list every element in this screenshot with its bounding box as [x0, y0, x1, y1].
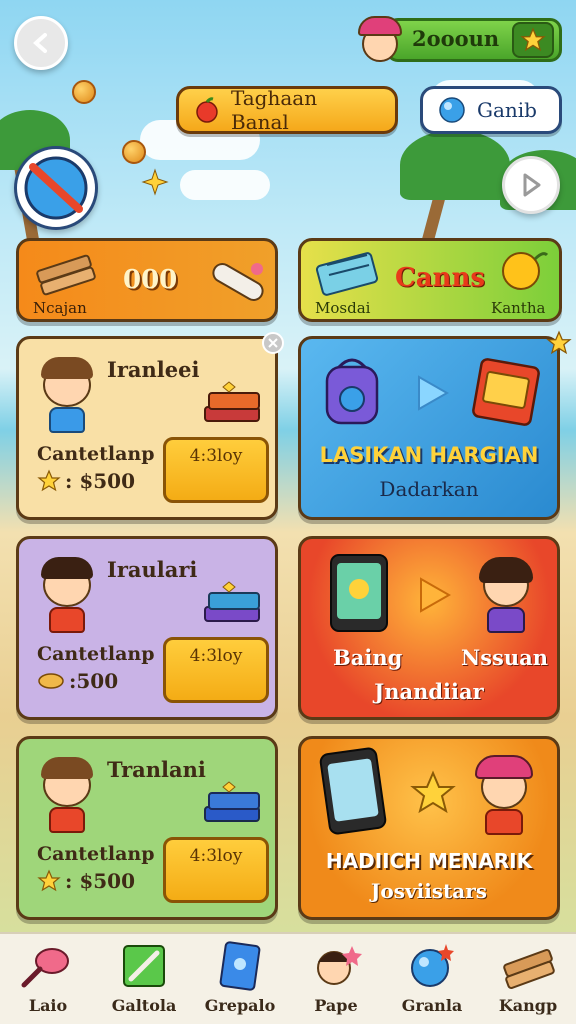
avatar-icon	[307, 940, 365, 992]
kid-avatar	[473, 553, 539, 633]
wood-value: 000	[123, 265, 178, 295]
gem-label: Ganib	[477, 98, 537, 122]
offer-price-text: : $500	[65, 469, 136, 493]
coin-icon	[122, 140, 146, 164]
currency-counter[interactable]: 2oooun	[356, 14, 562, 66]
wand-icon	[19, 940, 77, 992]
kid-avatar	[35, 553, 101, 633]
buy-button[interactable]: 4:3loy	[163, 637, 269, 703]
canns-title: Canns	[395, 263, 485, 293]
offer-name: Tranlani	[107, 757, 206, 782]
nav-item-kangp[interactable]: Kangp	[483, 940, 573, 1015]
cloud	[180, 170, 270, 200]
wood-icon	[36, 254, 96, 296]
promo-title-right: Nssuan	[461, 645, 548, 670]
gift-box-icon	[472, 358, 540, 426]
nav-label: Laio	[28, 996, 68, 1015]
promo-card[interactable]: Baing Nssuan Jnandiiar	[298, 536, 560, 720]
coin-icon	[72, 80, 96, 104]
promo-title: LASIKAN HARGIAN	[319, 443, 539, 467]
fruit-caption: Kantha	[491, 299, 546, 317]
promo-subtitle: Dadarkan	[379, 477, 479, 501]
bread-icon	[38, 673, 64, 689]
promo-subtitle: Josviistars	[370, 879, 488, 903]
bottom-nav: Laio Galtola Grepalo Pape Granla Kangp	[0, 932, 576, 1024]
wood-banner[interactable]: Ncajan 000	[16, 238, 278, 322]
wood-caption: Ncajan	[33, 299, 87, 317]
book-icon	[204, 781, 260, 822]
backpack-icon	[325, 358, 379, 425]
offer-price-text: :500	[69, 669, 119, 693]
nav-item-laio[interactable]: Laio	[3, 940, 93, 1015]
star-icon	[410, 770, 456, 814]
offer-price: :500	[37, 669, 118, 693]
play-outline-icon	[523, 173, 541, 197]
buy-button[interactable]: 4:3loy	[163, 837, 269, 903]
play-arrow-icon	[418, 375, 450, 411]
nav-item-pape[interactable]: Pape	[291, 940, 381, 1015]
promo-card[interactable]: HADIICH MENARIK Josviistars	[298, 736, 560, 920]
offer-card[interactable]: Iraulari Cantetlanp :500 4:3loy	[16, 536, 278, 720]
no-ads-icon	[24, 156, 88, 220]
offer-subtitle: Cantetlanp	[37, 443, 155, 465]
palm-leaves	[400, 130, 510, 200]
promo-title: HADIICH MENARIK	[325, 849, 533, 873]
offer-price: : $500	[37, 469, 135, 493]
gem-button[interactable]: Ganib	[420, 86, 562, 134]
fruit-icon	[502, 252, 549, 290]
crate-caption: Mosdai	[315, 299, 371, 317]
wood-icon	[499, 940, 557, 992]
event-button[interactable]: Taghaan Banal	[176, 86, 398, 134]
book-icon	[204, 381, 260, 422]
coin-amount: 2oooun	[412, 26, 500, 51]
star-icon	[37, 469, 61, 492]
gem-icon	[439, 97, 465, 123]
sword-icon	[115, 940, 173, 992]
play-arrow-icon	[420, 577, 452, 613]
star-icon	[512, 22, 554, 58]
chevron-left-icon	[32, 33, 47, 53]
star-icon	[546, 330, 572, 356]
nav-item-grepalo[interactable]: Grepalo	[195, 940, 285, 1015]
offer-subtitle: Cantetlanp	[37, 843, 155, 865]
offer-subtitle: Cantetlanp	[37, 643, 155, 665]
nav-label: Galtola	[111, 996, 177, 1015]
forward-button[interactable]	[502, 156, 560, 214]
promo-title-left: Baing	[333, 645, 403, 670]
event-label: Taghaan Banal	[230, 86, 318, 134]
nav-item-granla[interactable]: Granla	[387, 940, 477, 1015]
avatar	[356, 14, 404, 66]
star-icon	[37, 869, 61, 892]
kid-avatar	[35, 353, 101, 433]
kid-avatar	[35, 753, 101, 833]
bandage-icon	[212, 263, 264, 301]
nav-item-galtola[interactable]: Galtola	[99, 940, 189, 1015]
crate-icon	[315, 252, 379, 296]
offer-name: Iranleei	[107, 357, 200, 382]
nav-label: Pape	[314, 996, 358, 1015]
back-button[interactable]	[14, 16, 68, 70]
tablet-icon	[319, 747, 387, 835]
buy-button[interactable]: 4:3loy	[163, 437, 269, 503]
offer-card[interactable]: Tranlani Cantetlanp : $500 4:3loy	[16, 736, 278, 920]
nav-label: Grepalo	[204, 996, 276, 1015]
kid-avatar	[471, 753, 541, 837]
sparkle-icon	[140, 168, 170, 198]
canns-banner[interactable]: Mosdai Canns Kantha	[298, 238, 562, 322]
nav-label: Kangp	[498, 996, 558, 1015]
offer-card[interactable]: Iranleei Cantetlanp : $500 4:3loy	[16, 336, 278, 520]
promo-subtitle: Jnandiiar	[374, 679, 484, 704]
offer-price-text: : $500	[65, 869, 136, 893]
globe-icon	[403, 940, 461, 992]
phone-icon	[330, 554, 388, 632]
offer-name: Iraulari	[107, 557, 198, 582]
apple-icon	[196, 97, 218, 123]
promo-card[interactable]: LASIKAN HARGIAN Dadarkan	[298, 336, 560, 520]
offer-price: : $500	[37, 869, 135, 893]
nav-label: Granla	[401, 996, 463, 1015]
book-icon	[204, 581, 260, 622]
no-ads-button[interactable]	[14, 146, 98, 230]
close-icon[interactable]	[262, 332, 284, 354]
card-icon	[211, 940, 269, 992]
